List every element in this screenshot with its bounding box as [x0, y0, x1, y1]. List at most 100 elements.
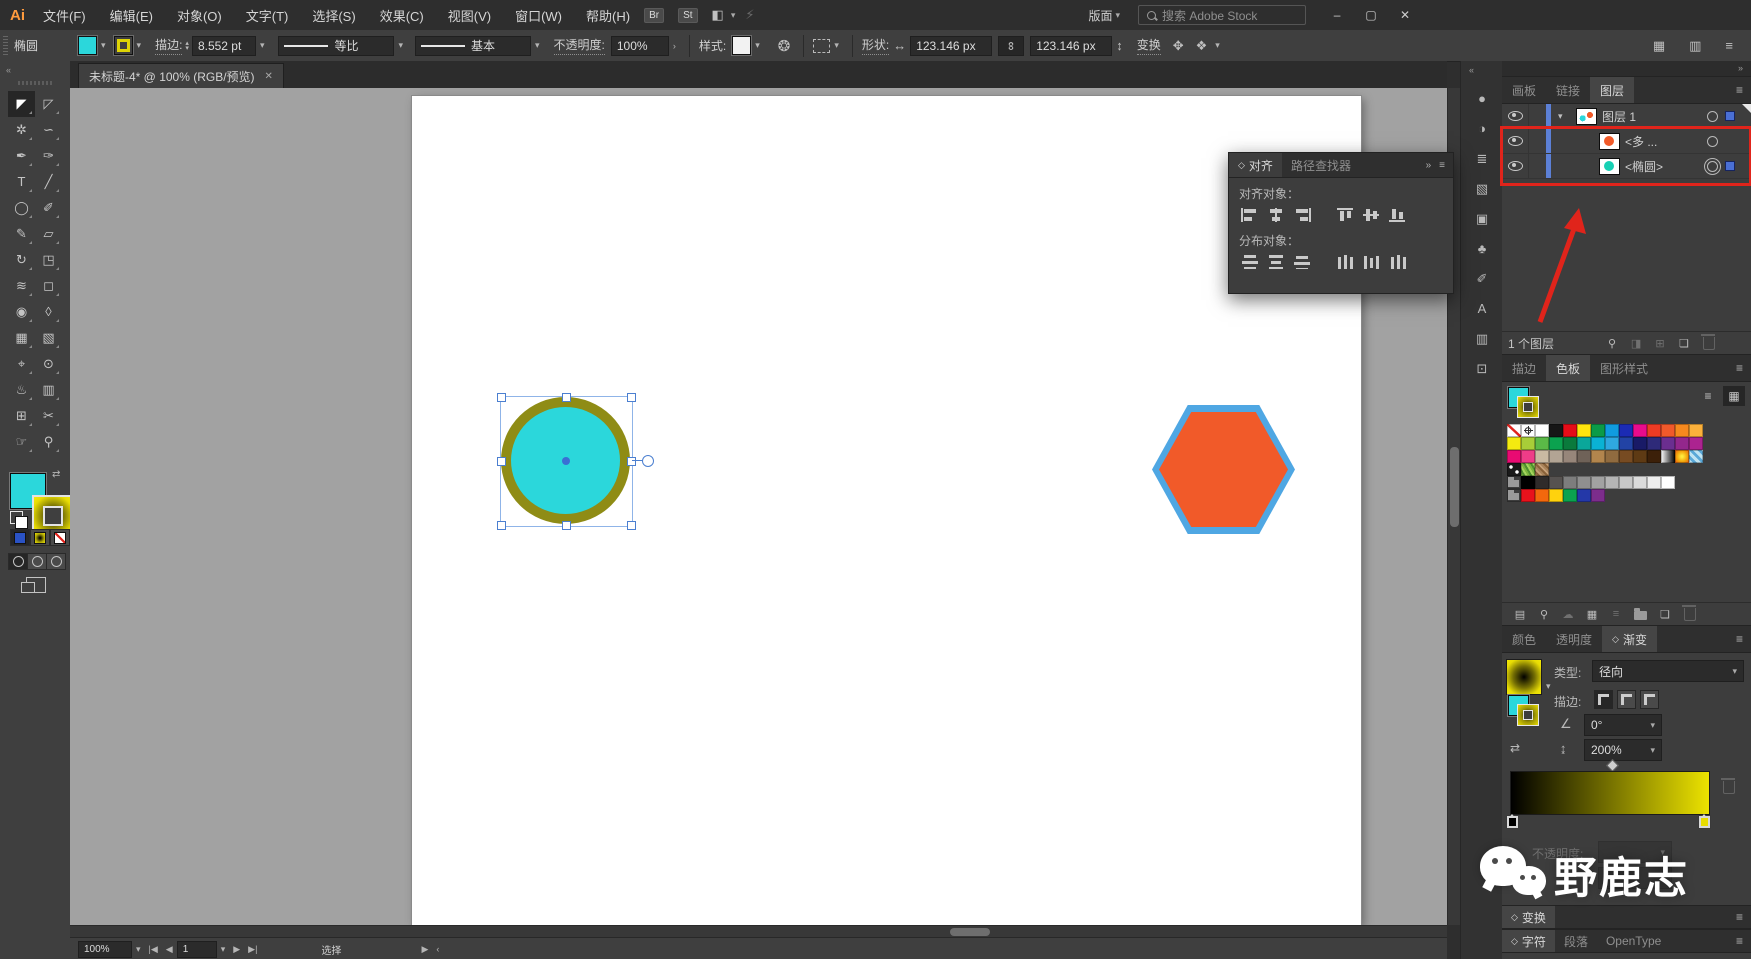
panel-menu-icon[interactable]: ≡ [1736, 934, 1743, 948]
perspective-grid-tool[interactable]: ◊ [35, 299, 62, 325]
swatch[interactable] [1535, 450, 1549, 463]
menu-window[interactable]: 窗口(W) [515, 6, 562, 25]
distribute-hcenter-button[interactable] [1359, 252, 1385, 272]
selection-handle[interactable] [497, 457, 506, 466]
swatch[interactable] [1535, 489, 1549, 502]
gradient-stop-black[interactable] [1506, 814, 1519, 829]
swatch[interactable] [1563, 450, 1577, 463]
swatch[interactable] [1577, 489, 1591, 502]
swatch[interactable] [1577, 450, 1591, 463]
gradient-aspect-dropdown[interactable]: 200% ▾ [1584, 739, 1662, 761]
expand-layer-icon[interactable]: ▾ [1558, 111, 1563, 122]
panel-menu-icon[interactable]: ≡ [1736, 83, 1743, 97]
swatch[interactable] [1563, 424, 1577, 437]
chevron-down-icon[interactable]: ▾ [394, 40, 407, 51]
panel-menu-icon[interactable]: ≡ [1725, 38, 1733, 54]
delete-swatch-icon[interactable] [1682, 604, 1696, 621]
stroke-weight-stepper[interactable]: ▴ ▾ [185, 40, 189, 52]
reverse-gradient-icon[interactable]: ⇄ [1510, 741, 1520, 755]
gradient-midpoint[interactable] [1606, 759, 1619, 772]
selected-art-indicator[interactable] [1725, 111, 1735, 121]
selection-tool[interactable]: ◤ [8, 91, 35, 117]
swatch-none[interactable] [1507, 424, 1521, 437]
new-layer-icon[interactable]: ❏ [1672, 337, 1696, 350]
stroke-panel-icon[interactable]: ≣ [1470, 151, 1494, 168]
stroke-indicator[interactable] [1517, 704, 1539, 726]
select-similar-icon[interactable] [813, 38, 831, 53]
ellipse-tool[interactable]: ◯ [8, 195, 35, 221]
chevron-down-icon[interactable]: ▾ [217, 944, 230, 955]
tab-gradient[interactable]: ◇ 渐变 [1602, 626, 1657, 652]
align-vcenter-button[interactable] [1359, 205, 1385, 225]
swap-fill-stroke-icon[interactable]: ⇄ [52, 469, 60, 480]
panel-menu-icon[interactable]: ≡ [1736, 361, 1743, 375]
hand-tool[interactable]: ☞ [8, 429, 35, 455]
swatch[interactable] [1689, 424, 1703, 437]
maximize-button[interactable]: ▢ [1354, 8, 1388, 22]
gradient-type-dropdown[interactable]: 径向 ▾ [1592, 660, 1744, 682]
pen-tool[interactable]: ✒ [8, 143, 35, 169]
eyedropper-tool[interactable]: ⌖ [8, 351, 35, 377]
tab-layers[interactable]: 图层 [1590, 77, 1635, 103]
swatch[interactable] [1521, 450, 1535, 463]
swatch[interactable] [1591, 489, 1605, 502]
swatch[interactable] [1549, 476, 1563, 489]
swatch[interactable] [1591, 437, 1605, 450]
swatch[interactable] [1563, 476, 1577, 489]
live-shape-widget[interactable] [642, 455, 654, 467]
align-left-button[interactable] [1237, 205, 1263, 225]
chevron-down-icon[interactable]: ▾ [132, 944, 145, 955]
shape-builder-tool[interactable]: ◉ [8, 299, 35, 325]
shaper-tool[interactable]: ✎ [8, 221, 35, 247]
panel-menu-icon[interactable]: ≡ [1439, 160, 1445, 171]
zoom-level-field[interactable]: 100% [78, 940, 132, 958]
minimize-button[interactable]: – [1320, 8, 1354, 22]
swatch[interactable] [1535, 424, 1549, 437]
draw-behind-button[interactable] [27, 553, 47, 570]
chevron-down-icon[interactable]: ▾ [1116, 10, 1121, 21]
document-tab[interactable]: 未标题-4* @ 100% (RGB/预览) ✕ [78, 63, 284, 89]
artboard-number-field[interactable]: 1 [176, 940, 217, 958]
symbol-sprayer-tool[interactable]: ♨ [8, 377, 35, 403]
swatch[interactable] [1633, 450, 1647, 463]
transform-link[interactable]: 变换 [1136, 36, 1161, 55]
opacity-label[interactable]: 不透明度: [553, 36, 605, 55]
mesh-tool[interactable]: ▦ [8, 325, 35, 351]
draw-inside-button[interactable] [46, 553, 66, 570]
selection-handle[interactable] [627, 521, 636, 530]
tab-align[interactable]: ◇ 对齐 [1229, 153, 1282, 177]
swatch[interactable] [1521, 437, 1535, 450]
expand-icon[interactable]: › [669, 41, 680, 51]
tab-artboards[interactable]: 画板 [1502, 77, 1546, 103]
swatch[interactable] [1647, 424, 1661, 437]
swatch[interactable] [1577, 476, 1591, 489]
first-artboard-icon[interactable]: |◀ [149, 944, 158, 955]
color-mode-button[interactable] [10, 529, 30, 546]
chevron-down-icon[interactable]: ▾ [1542, 681, 1555, 692]
swatch[interactable] [1633, 437, 1647, 450]
swatch[interactable] [1619, 424, 1633, 437]
swatch-folder[interactable] [1507, 476, 1521, 489]
tab-pathfinder[interactable]: 路径查找器 [1282, 153, 1360, 177]
collapse-toolbar-icon[interactable]: « [6, 65, 11, 75]
status-back-icon[interactable]: ‹ [436, 944, 439, 954]
delete-stop-icon[interactable] [1721, 778, 1735, 794]
column-graph-tool[interactable]: ▥ [35, 377, 62, 403]
tab-links[interactable]: 链接 [1546, 77, 1590, 103]
center-point[interactable] [562, 457, 570, 465]
swatch[interactable] [1563, 489, 1577, 502]
swatch[interactable] [1549, 450, 1563, 463]
stroke-color-swatch[interactable] [113, 36, 133, 55]
swatch[interactable] [1605, 476, 1619, 489]
screen-mode-button[interactable] [21, 577, 46, 593]
color-guide-icon[interactable]: ◑ [1470, 121, 1494, 138]
bridge-button[interactable]: Br [644, 7, 665, 23]
chevron-down-icon[interactable]: ▾ [1211, 40, 1224, 51]
menu-edit[interactable]: 编辑(E) [110, 6, 153, 25]
stock-button[interactable]: St [678, 7, 698, 23]
swatch-pattern-dots[interactable] [1507, 463, 1521, 476]
magic-wand-tool[interactable]: ✲ [8, 117, 35, 143]
grid-view-icon[interactable]: ▦ [1723, 386, 1745, 406]
swatch[interactable] [1675, 437, 1689, 450]
selection-handle[interactable] [562, 521, 571, 530]
